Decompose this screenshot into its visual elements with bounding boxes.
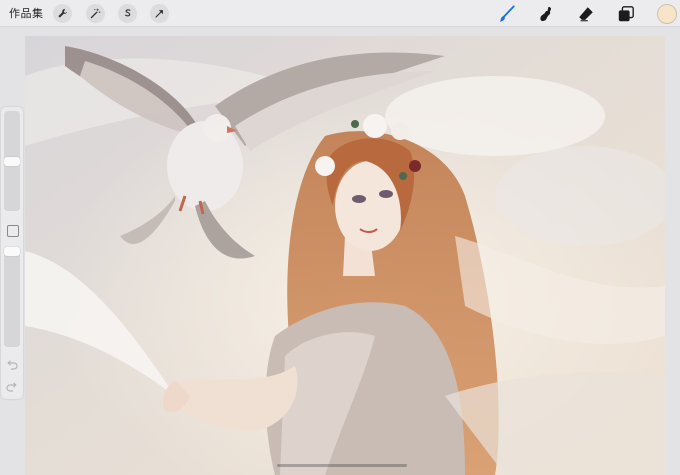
undo-icon[interactable] <box>6 359 18 371</box>
arrow-cursor-icon <box>155 10 163 18</box>
modify-button[interactable] <box>7 225 19 237</box>
brush-size-slider[interactable] <box>4 111 20 211</box>
brush-size-thumb[interactable] <box>4 157 20 166</box>
eraser-button[interactable] <box>575 3 597 25</box>
artwork-illustration <box>25 36 665 475</box>
gallery-button[interactable]: 作品集 <box>9 5 44 21</box>
opacity-thumb[interactable] <box>4 247 20 256</box>
top-toolbar: 作品集 <box>0 0 680 27</box>
smudge-icon <box>540 7 552 22</box>
actions-button[interactable] <box>53 4 72 23</box>
selection-s-icon <box>125 9 131 17</box>
drawing-canvas[interactable] <box>25 36 665 475</box>
opacity-slider[interactable] <box>4 247 20 347</box>
layers-icon <box>618 6 634 22</box>
wrench-icon <box>58 9 67 18</box>
layers-button[interactable] <box>615 3 637 25</box>
selection-button[interactable] <box>118 4 137 23</box>
home-indicator <box>277 464 407 467</box>
eraser-icon <box>579 7 593 22</box>
transform-button[interactable] <box>150 4 169 23</box>
color-swatch[interactable] <box>657 4 677 24</box>
brush-icon <box>499 5 515 22</box>
left-sidebar <box>1 107 23 399</box>
smudge-button[interactable] <box>535 3 557 25</box>
adjustments-button[interactable] <box>86 4 105 23</box>
magic-wand-icon <box>90 8 101 19</box>
brush-button[interactable] <box>496 3 518 25</box>
redo-icon[interactable] <box>6 381 18 393</box>
